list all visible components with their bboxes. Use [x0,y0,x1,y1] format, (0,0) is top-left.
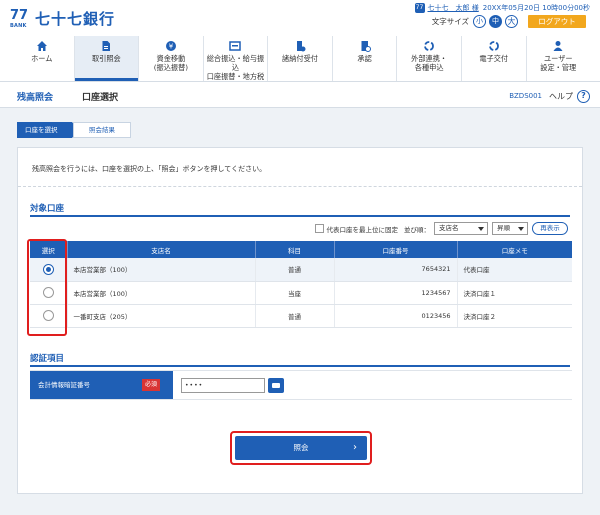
help-label: ヘルプ [549,92,573,101]
item-cell: 当座 [254,281,334,305]
account-number-cell: 7654321 [333,258,457,282]
user-info: 77 七十七 太郎 様 20XX年05月20日 10時00分00秒 [414,3,590,13]
instruction-text: 残高照会を行うには、口座を選択の上、「照会」ボタンを押してください。 [32,165,267,173]
item-cell: 普通 [254,304,334,328]
user-settings-icon [527,40,591,52]
branch-cell: 本店営業部（100） [66,258,255,282]
nav-label: ユーザー 設定・管理 [540,54,577,72]
logo-text: 七十七銀行 [35,10,116,28]
approval-icon [333,40,397,52]
section-underline [30,215,570,217]
main-panel: 残高照会を行うには、口座を選択の上、「照会」ボタンを押してください。 対象口座 … [17,147,583,494]
inquiry-button-label: 照会 [293,443,309,452]
nav-label: 資金移動 (振込振替) [153,54,189,72]
nav-item-tax-payment[interactable]: 諸納付受付 [267,36,332,81]
chevron-right-icon: › [353,442,357,453]
svg-text:¥: ¥ [169,43,174,51]
sort-field-select[interactable]: 支店名 [434,222,488,235]
column-header: 口座メモ [456,241,572,258]
chevron-down-icon [518,227,524,231]
user-icon: 77 [414,3,425,13]
e-delivery-icon [462,40,526,52]
memo-cell: 代表口座 [456,258,572,282]
nav-item-batch-transfer[interactable]: 総合振込・給与振込 口座振替・地方税 [202,36,268,81]
step-result: 照会結果 [73,122,131,138]
sort-label: 並び順： [404,225,430,234]
sort-order-select[interactable]: 昇順 [492,222,528,235]
nav-label: 承認 [357,54,372,63]
divider [18,186,582,187]
username-link[interactable]: 七十七 太郎 様 [428,3,479,13]
column-header: 口座番号 [333,241,457,258]
nav-label: 諸納付受付 [282,54,318,63]
nav-label: 外部連携・ 各種申込 [411,54,448,72]
nav-label: ホーム [31,54,53,63]
external-link-icon [397,40,461,52]
nav-item-approval[interactable]: 承認 [331,36,397,81]
pin-representative-checkbox[interactable] [314,224,324,233]
required-badge: 必須 [142,379,160,391]
redisplay-button[interactable]: 再表示 [532,222,568,235]
nav-label: 電子交付 [479,54,509,63]
inquiry-button[interactable]: 照会 › [235,436,367,460]
selection-column-highlight [27,239,67,336]
item-cell: 普通 [254,258,334,282]
auth-row: 会計情報暗証番号 必須 •••• [30,370,572,400]
batch-transfer-icon [204,40,268,52]
help-icon: ? [577,90,590,103]
submit-highlight: 照会 › [230,431,372,465]
home-icon [10,40,74,52]
branch-cell: 一番町支店（205） [66,304,255,328]
nav-item-transaction-inquiry[interactable]: 取引照会 [73,36,139,81]
accounts-section-title: 対象口座 [30,204,65,214]
account-number-cell: 1234567 [333,281,457,305]
nav-item-user-settings[interactable]: ユーザー 設定・管理 [525,36,591,81]
nav-label: 総合振込・給与振込 口座振替・地方税 [206,54,265,81]
nav-item-home[interactable]: ホーム [10,36,74,81]
page-title-bar: 残高照会 口座選択 BZDS001 ヘルプ ? [0,82,600,108]
account-number-cell: 0123456 [333,304,457,328]
font-size-label: 文字サイズ [431,17,469,26]
memo-cell: 決済口座２ [456,304,572,328]
money-transfer-icon: ¥ [139,40,203,52]
last-login: 20XX年05月20日 10時00分00秒 [482,4,590,12]
header: 77 BANK 七十七銀行 77 七十七 太郎 様 20XX年05月20日 10時… [0,0,600,82]
memo-cell: 決済口座１ [456,281,572,305]
logo-mark: 77 BANK [10,7,29,29]
auth-section-title: 認証項目 [30,354,65,364]
nav-label: 取引照会 [91,54,121,63]
screen-code: BZDS001 [509,92,542,100]
font-size-medium-button[interactable]: 中 [489,15,502,28]
nav-item-e-delivery[interactable]: 電子交付 [460,36,526,81]
table-row[interactable]: 本店営業部（100） 普通 7654321 代表口座 [30,258,572,282]
chevron-down-icon [478,227,484,231]
accounts-table: 選択 支店名 科目 口座番号 口座メモ 本店営業部（100） 普通 765432… [30,241,572,328]
logout-button[interactable]: ログアウト [528,15,586,28]
pin-input[interactable]: •••• [181,378,265,393]
column-header: 支店名 [66,241,255,258]
help-link[interactable]: ヘルプ ? [549,90,590,103]
document-icon [75,40,139,52]
font-size-large-button[interactable]: 大 [505,15,518,28]
step-indicator: 口座を選択 照会結果 [17,122,131,138]
pin-representative-label: 代表口座を最上位に固定 [326,225,399,234]
column-header: 科目 [254,241,334,258]
global-nav: ホーム 取引照会 ¥ 資金移動 (振込振替) 総合振込・給与振込 口座振替・地方… [10,36,590,81]
section-underline [30,365,570,367]
table-row[interactable]: 一番町支店（205） 普通 0123456 決済口座２ [30,304,572,328]
step-select-account: 口座を選択 [17,122,79,138]
branch-cell: 本店営業部（100） [66,281,255,305]
nav-item-money-transfer[interactable]: ¥ 資金移動 (振込振替) [138,36,203,81]
bank-logo[interactable]: 77 BANK 七十七銀行 [10,8,115,29]
list-controls: 代表口座を最上位に固定 並び順： 支店名 昇順 再表示 [314,222,568,235]
font-size-small-button[interactable]: 小 [473,15,486,28]
page-subtitle: 口座選択 [82,93,119,103]
nav-item-external-links[interactable]: 外部連携・ 各種申込 [396,36,461,81]
tax-payment-icon [268,40,332,52]
font-size-control: 文字サイズ 小 中 大 ログアウト [432,15,586,28]
page-title: 残高照会 [17,93,54,103]
table-row[interactable]: 本店営業部（100） 当座 1234567 決済口座１ [30,281,572,305]
software-keyboard-icon[interactable] [268,378,284,393]
